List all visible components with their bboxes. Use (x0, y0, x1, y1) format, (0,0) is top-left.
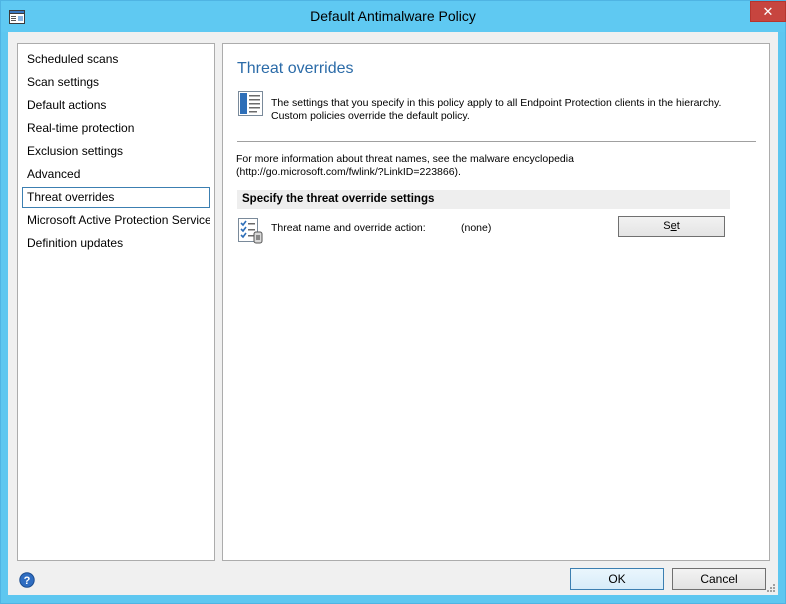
nav-item-definition-updates[interactable]: Definition updates (22, 233, 210, 254)
separator (237, 141, 756, 142)
close-button[interactable]: ✕ (750, 1, 786, 22)
section-header: Specify the threat override settings (237, 190, 730, 209)
ok-button[interactable]: OK (570, 568, 664, 590)
info-text-line-1: The settings that you specify in this po… (271, 97, 722, 109)
window-title: Default Antimalware Policy (310, 8, 476, 24)
dialog-body: Scheduled scans Scan settings Default ac… (8, 32, 778, 595)
set-button-label-suffix: t (676, 220, 680, 232)
title-bar[interactable]: Default Antimalware Policy ✕ (1, 1, 786, 32)
checklist-icon (238, 218, 263, 244)
settings-content-panel: Threat overrides The settings that you s… (222, 43, 770, 561)
nav-item-real-time-protection[interactable]: Real-time protection (22, 118, 210, 139)
threat-override-label: Threat name and override action: (271, 222, 426, 234)
encyclopedia-link[interactable]: (http://go.microsoft.com/fwlink/?LinkID=… (236, 166, 461, 178)
threat-override-value: (none) (461, 222, 492, 234)
page-title: Threat overrides (237, 60, 354, 77)
nav-item-default-actions[interactable]: Default actions (22, 95, 210, 116)
svg-text:?: ? (24, 575, 31, 587)
nav-item-scheduled-scans[interactable]: Scheduled scans (22, 49, 210, 70)
close-icon: ✕ (762, 4, 774, 19)
settings-nav-panel: Scheduled scans Scan settings Default ac… (17, 43, 215, 561)
nav-item-maps[interactable]: Microsoft Active Protection Service (22, 210, 210, 231)
cancel-button[interactable]: Cancel (672, 568, 766, 590)
nav-item-exclusion-settings[interactable]: Exclusion settings (22, 141, 210, 162)
set-button[interactable]: Set (618, 216, 725, 237)
nav-item-scan-settings[interactable]: Scan settings (22, 72, 210, 93)
help-icon[interactable]: ? (19, 572, 35, 588)
nav-item-advanced[interactable]: Advanced (22, 164, 210, 185)
info-text-line-2: Custom policies override the default pol… (271, 110, 470, 122)
nav-item-threat-overrides[interactable]: Threat overrides (22, 187, 210, 208)
set-button-label-prefix: S (663, 220, 671, 232)
resize-grip-icon[interactable] (766, 583, 776, 593)
dialog-window: Default Antimalware Policy ✕ Scheduled s… (0, 0, 786, 604)
document-info-icon (238, 91, 263, 116)
encyclopedia-text-line-1: For more information about threat names,… (236, 153, 574, 165)
